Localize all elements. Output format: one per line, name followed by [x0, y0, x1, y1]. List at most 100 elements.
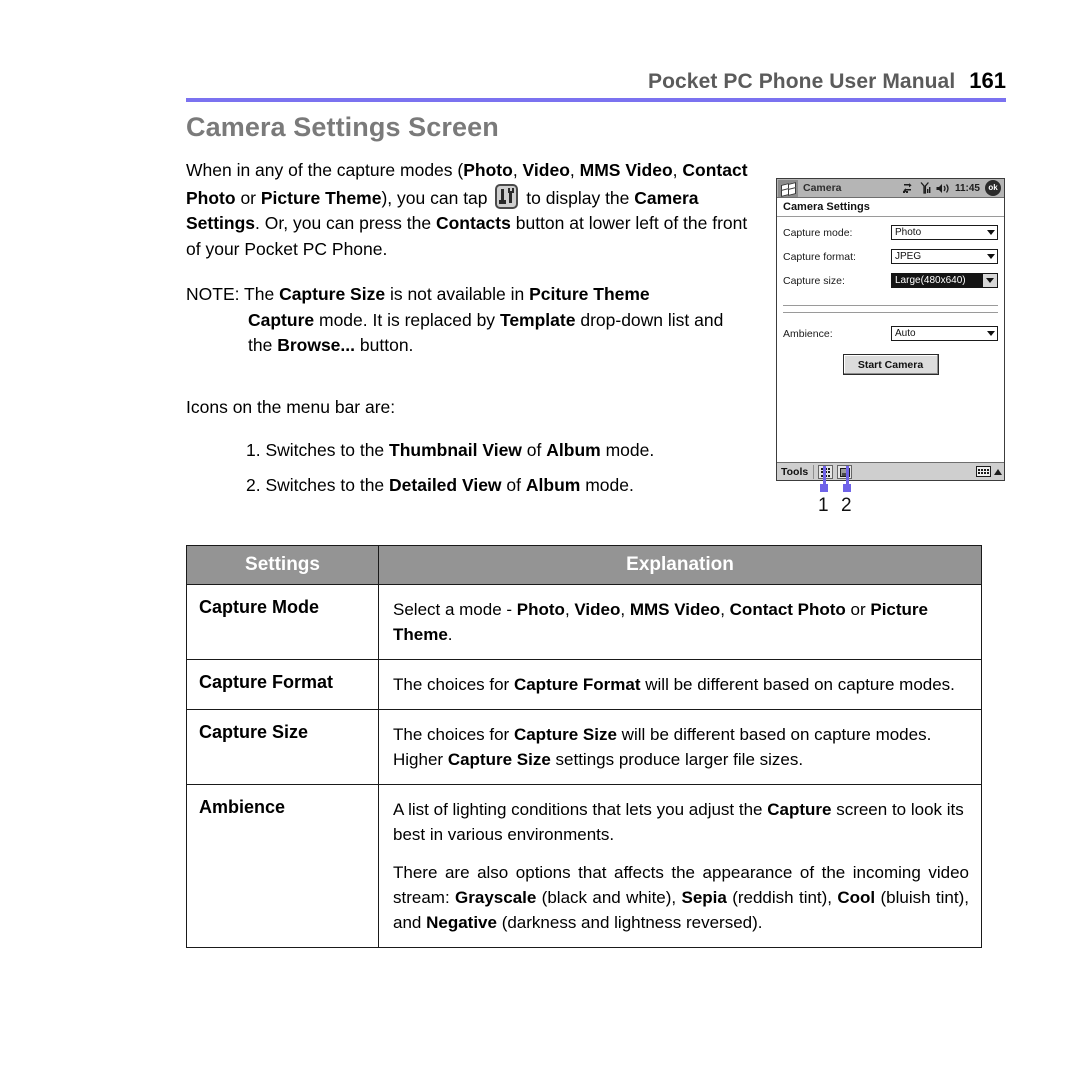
- connectivity-arrows-icon[interactable]: [902, 182, 915, 194]
- windows-flag-icon[interactable]: [778, 179, 798, 197]
- mode-video: Video: [522, 160, 570, 180]
- callout-dot-1: [820, 484, 828, 492]
- capture-mode-value: Photo: [895, 227, 922, 238]
- pda-menu-bar: Tools: [777, 462, 1004, 480]
- item-number: 1.: [246, 439, 261, 460]
- emphasis-term: Capture Size: [513, 725, 617, 744]
- emphasis-term: Capture: [767, 800, 832, 819]
- chevron-down-icon[interactable]: [984, 331, 997, 336]
- note-capture: Capture: [248, 309, 315, 330]
- table-row: Ambience A list of lighting conditions t…: [186, 784, 982, 948]
- emphasis-term: MMS Video: [629, 600, 721, 619]
- tools-menu[interactable]: Tools: [777, 466, 813, 478]
- sep-2: ,: [569, 160, 580, 180]
- start-camera-button[interactable]: Start Camera: [842, 354, 939, 375]
- table-header-row: Settings Explanation: [186, 545, 982, 585]
- pda-body: Camera Settings Capture mode: Photo Capt…: [777, 198, 1004, 375]
- manual-title: Pocket PC Phone User Manual: [647, 70, 956, 93]
- page-number: 161: [969, 68, 1006, 93]
- speaker-icon[interactable]: [936, 183, 950, 194]
- setting-explanation: The choices for Capture Size will be dif…: [378, 709, 982, 785]
- capture-size-dropdown[interactable]: Large(480x640): [891, 273, 998, 288]
- emphasis-term: Video: [574, 600, 621, 619]
- item-pre: Switches to the: [265, 439, 385, 460]
- field-ambience: Ambience: Auto: [783, 323, 998, 344]
- emphasis-term: Grayscale: [455, 888, 537, 907]
- item-number: 2.: [246, 475, 261, 495]
- emphasis-term: Cool: [837, 888, 876, 907]
- item-mid: of: [506, 475, 522, 495]
- chevron-down-icon[interactable]: [984, 230, 997, 235]
- chevron-down-icon[interactable]: [984, 254, 997, 259]
- capture-mode-label: Capture mode:: [783, 226, 853, 239]
- column-header-settings: Settings: [186, 545, 379, 585]
- mode-mms-video: MMS Video: [579, 160, 673, 180]
- form-divider-bottom: [783, 312, 998, 313]
- explanation-text: ,: [564, 600, 575, 619]
- note-pciture-theme: Pciture Theme: [529, 284, 650, 304]
- ambience-label: Ambience:: [783, 327, 833, 340]
- setting-name: Capture Size: [186, 709, 379, 785]
- setting-name: Capture Mode: [186, 584, 379, 660]
- field-capture-format: Capture format: JPEG: [783, 246, 998, 267]
- intro-text-2: ), you can tap: [381, 187, 488, 208]
- setting-name: Capture Format: [186, 659, 379, 710]
- explanation-text: ,: [720, 600, 730, 619]
- list-item: 1. Switches to the Thumbnail View of Alb…: [246, 438, 752, 464]
- item-post: mode.: [605, 439, 655, 460]
- mode-picture-theme: Picture Theme: [260, 187, 382, 208]
- emphasis-term: Photo: [516, 600, 565, 619]
- header-rule: [186, 98, 1006, 102]
- chevron-up-icon[interactable]: [994, 468, 1002, 475]
- pda-screen-title: Camera Settings: [777, 198, 1004, 217]
- item-thumbnail-view: Thumbnail View: [389, 439, 522, 460]
- emphasis-term: Contact Photo: [729, 600, 846, 619]
- table-body: Capture Mode Select a mode - Photo, Vide…: [186, 584, 982, 948]
- explanation-text: (black and white),: [536, 888, 682, 907]
- sep-1: ,: [512, 160, 523, 180]
- callout-dot-2: [843, 484, 851, 492]
- setting-name: Ambience: [186, 784, 379, 948]
- capture-mode-dropdown[interactable]: Photo: [891, 225, 998, 240]
- ok-button[interactable]: ok: [985, 180, 1001, 196]
- explanation-text: (reddish tint),: [726, 888, 838, 907]
- table-row: Capture Size The choices for Capture Siz…: [186, 709, 982, 785]
- signal-bars-icon[interactable]: [920, 182, 931, 194]
- capture-format-label: Capture format:: [783, 250, 856, 263]
- explanation-text: .: [447, 625, 453, 644]
- contacts-term: Contacts: [435, 213, 511, 233]
- callout-label-2: 2: [841, 495, 852, 516]
- note-block: NOTE: The Capture Size is not available …: [186, 282, 752, 359]
- callout-line-2: [846, 466, 849, 486]
- explanation-text: The choices for: [393, 725, 514, 744]
- explanation-text: (darkness and lightness reversed).: [496, 913, 763, 932]
- item-mid: of: [526, 439, 542, 460]
- intro-text-3: to display the: [526, 187, 630, 208]
- ambience-value: Auto: [895, 328, 916, 339]
- camera-settings-form: Capture mode: Photo Capture format: JPEG…: [777, 217, 1004, 375]
- callout-label-1: 1: [818, 495, 829, 516]
- emphasis-term: Capture Format: [513, 675, 641, 694]
- note-browse: Browse...: [277, 335, 356, 355]
- explanation-text: settings produce larger file sizes.: [550, 750, 804, 769]
- pda-app-title: Camera: [803, 182, 842, 194]
- table-row: Capture Format The choices for Capture F…: [186, 659, 982, 710]
- detailed-view-icon[interactable]: [837, 464, 853, 479]
- emphasis-term: Sepia: [681, 888, 727, 907]
- capture-format-dropdown[interactable]: JPEG: [891, 249, 998, 264]
- capture-size-value: Large(480x640): [895, 275, 966, 286]
- ambience-dropdown[interactable]: Auto: [891, 326, 998, 341]
- pda-screenshot: Camera 11:45 ok Camera Settings Capture …: [776, 178, 1005, 481]
- settings-explanation-table: Settings Explanation Capture Mode Select…: [186, 545, 982, 948]
- chevron-down-icon[interactable]: [982, 274, 997, 287]
- form-divider-top: [783, 305, 998, 306]
- body-column: When in any of the capture modes (Photo,…: [186, 158, 752, 499]
- explanation-text: will be different based on capture modes…: [640, 675, 955, 694]
- explanation-text: or: [845, 600, 871, 619]
- note-indent-wrap: Capture mode. It is replaced by Template…: [186, 308, 752, 359]
- intro-text-4: . Or, you can press the: [255, 213, 432, 233]
- note-mid-2: mode. It is replaced by: [319, 309, 496, 330]
- item-detailed-view: Detailed View: [389, 475, 502, 495]
- item-album: Album: [525, 475, 581, 495]
- keyboard-icon[interactable]: [976, 466, 991, 477]
